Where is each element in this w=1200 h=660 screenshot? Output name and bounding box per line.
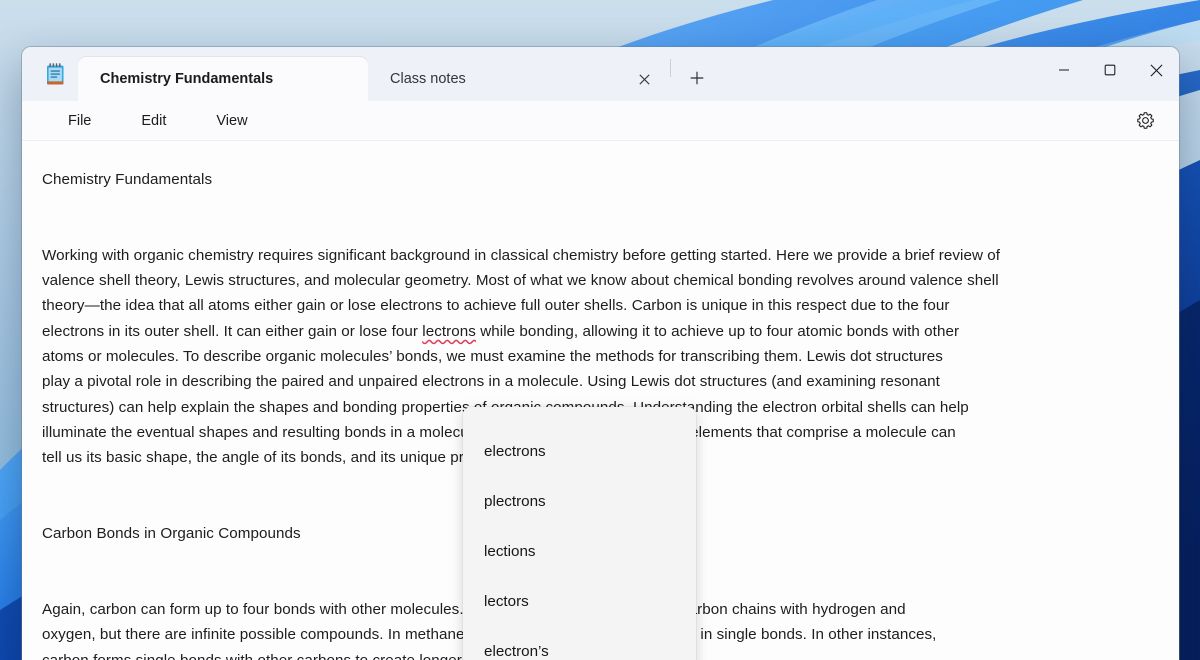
menu-item-file[interactable]: File	[56, 108, 103, 134]
blank-line	[42, 218, 1143, 243]
paragraph-line: theory—the idea that all atoms either ga…	[42, 293, 1143, 318]
suggestion-item[interactable]: electrons	[463, 427, 696, 477]
line-suffix: while bonding, allowing it to achieve up…	[476, 323, 959, 340]
paragraph-line: Working with organic chemistry requires …	[42, 243, 1143, 268]
tab-label: Chemistry Fundamentals	[100, 71, 273, 87]
title-bar: Chemistry Fundamentals Class notes	[22, 47, 1179, 101]
plus-icon	[690, 71, 704, 85]
minimize-button[interactable]	[1041, 47, 1087, 93]
misspelled-word[interactable]: lectrons	[422, 323, 476, 340]
spelling-suggestions-popup: electrons plectrons lections lectors ele…	[463, 407, 696, 660]
paragraph-line: valence shell theory, Lewis structures, …	[42, 268, 1143, 293]
tab-strip: Chemistry Fundamentals Class notes	[22, 47, 715, 101]
new-tab-button[interactable]	[679, 60, 715, 96]
paragraph-line-with-misspelling: electrons in its outer shell. It can eit…	[42, 319, 1143, 344]
paragraph-line: atoms or molecules. To describe organic …	[42, 344, 1143, 369]
close-icon	[1150, 64, 1163, 77]
tab-chemistry-fundamentals[interactable]: Chemistry Fundamentals	[78, 57, 368, 101]
close-button[interactable]	[1133, 47, 1179, 93]
suggestion-item[interactable]: lectors	[463, 577, 696, 627]
blank-line	[42, 192, 1143, 217]
menu-item-view[interactable]: View	[204, 108, 259, 134]
paragraph-line: play a pivotal role in describing the pa…	[42, 369, 1143, 394]
close-glyph	[639, 74, 650, 85]
line-prefix: electrons in its outer shell. It can eit…	[42, 323, 422, 340]
settings-button[interactable]	[1129, 105, 1161, 137]
menu-item-edit[interactable]: Edit	[129, 108, 178, 134]
document-editor[interactable]: Chemistry Fundamentals Working with orga…	[22, 141, 1179, 660]
menu-bar: File Edit View	[22, 101, 1179, 141]
close-icon[interactable]	[630, 65, 658, 93]
document-heading: Chemistry Fundamentals	[42, 167, 1143, 192]
tab-class-notes[interactable]: Class notes	[368, 57, 668, 101]
suggestion-item[interactable]: electron’s	[463, 627, 696, 660]
suggestion-item[interactable]: lections	[463, 527, 696, 577]
tab-label: Class notes	[390, 71, 466, 87]
suggestion-item[interactable]: plectrons	[463, 477, 696, 527]
notepad-window: Chemistry Fundamentals Class notes	[22, 47, 1179, 660]
maximize-icon	[1104, 64, 1116, 76]
tab-separator	[670, 59, 671, 77]
window-controls	[1041, 47, 1179, 93]
gear-icon	[1137, 112, 1154, 129]
maximize-button[interactable]	[1087, 47, 1133, 93]
minimize-icon	[1058, 64, 1070, 76]
notepad-icon	[45, 62, 66, 87]
app-icon-slot	[32, 47, 78, 101]
